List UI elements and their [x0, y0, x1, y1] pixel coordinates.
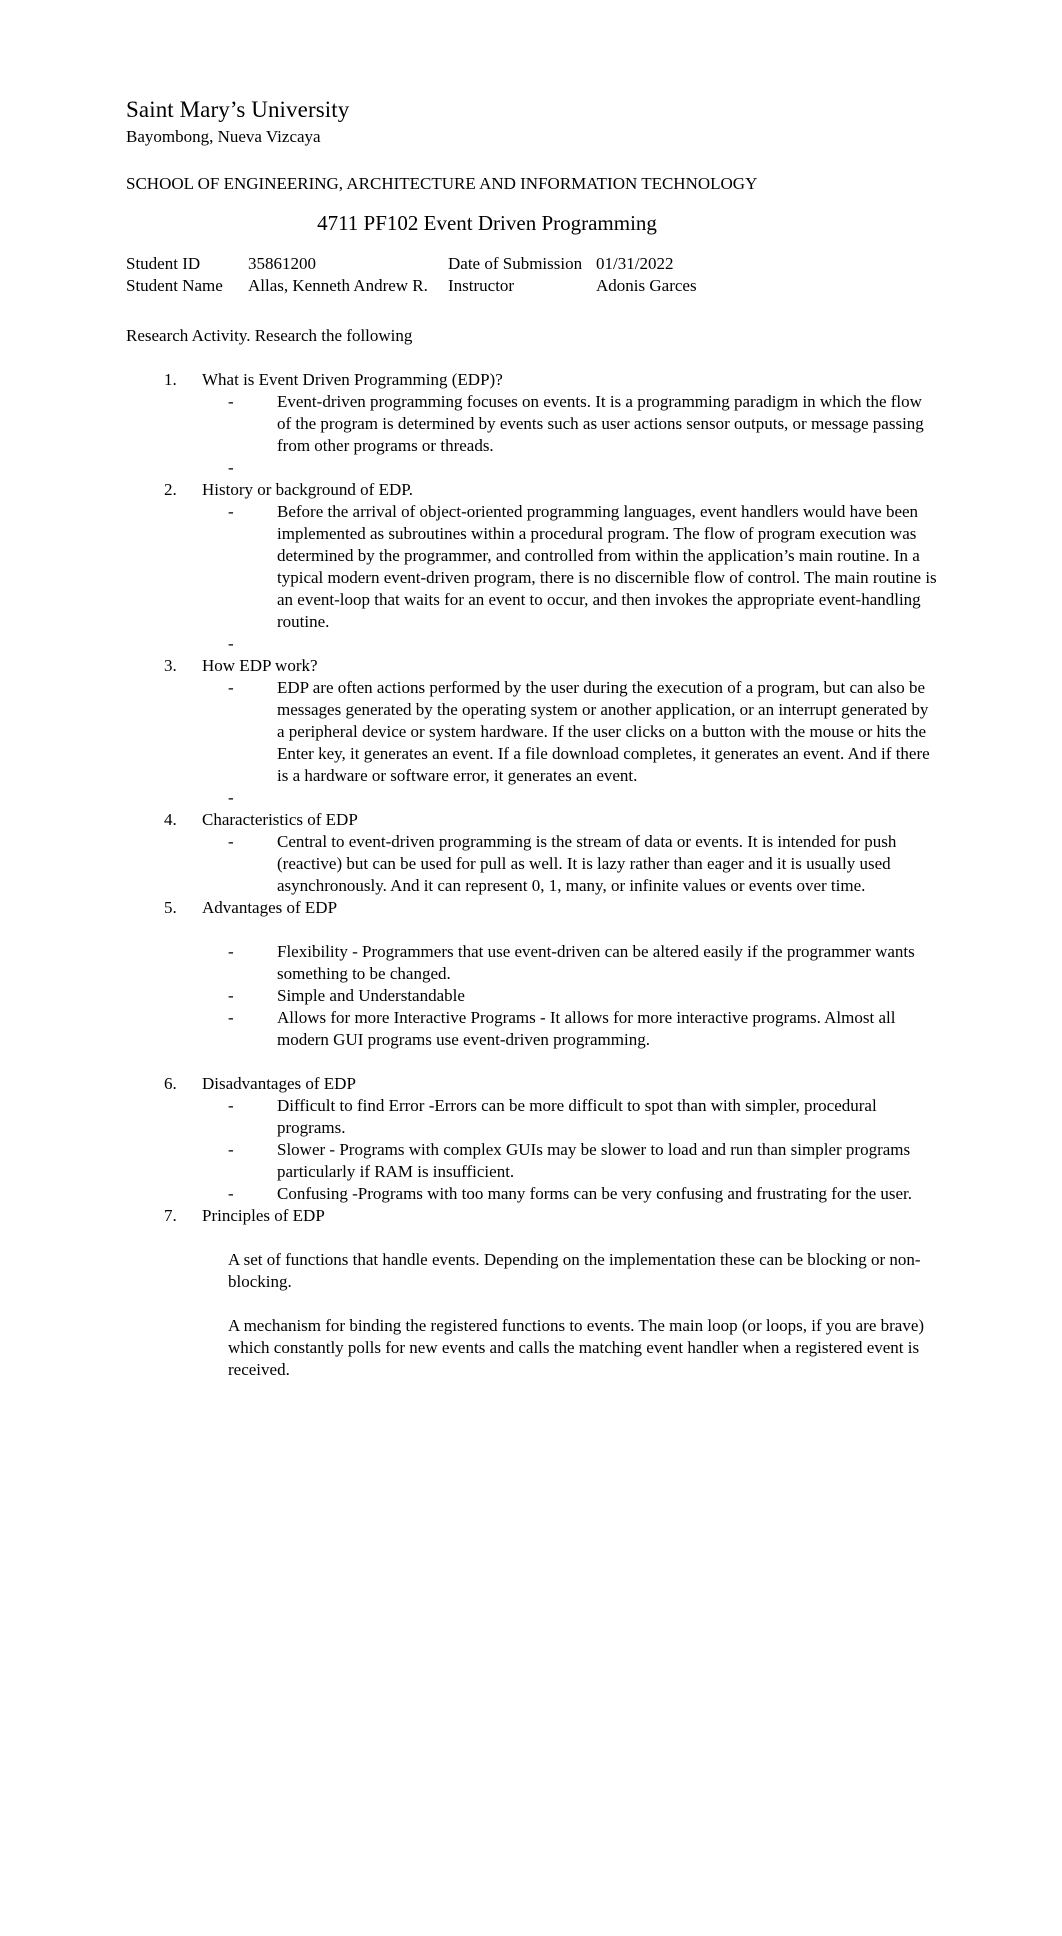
item-bullets: EDP are often actions performed by the u… [202, 677, 938, 809]
list-item [228, 633, 938, 655]
research-question-list: What is Event Driven Programming (EDP)? … [126, 369, 938, 1381]
student-info-table: Student ID 35861200 Date of Submission 0… [126, 253, 938, 297]
school-name: SCHOOL OF ENGINEERING, ARCHITECTURE AND … [126, 174, 758, 193]
research-activity-heading: Research Activity. Research the followin… [126, 326, 413, 345]
list-item [228, 787, 938, 809]
list-item: Before the arrival of object-oriented pr… [228, 501, 938, 633]
item-bullets: Before the arrival of object-oriented pr… [202, 501, 938, 655]
date-of-submission-value: 01/31/2022 [596, 254, 674, 273]
student-name-value: Allas, Kenneth Andrew R. [248, 276, 428, 295]
list-item: What is Event Driven Programming (EDP)? … [181, 369, 938, 479]
principles-paragraph: A set of functions that handle events. D… [228, 1250, 921, 1291]
list-item: Principles of EDP A set of functions tha… [181, 1205, 938, 1381]
instructor-label: Instructor [448, 276, 515, 295]
list-item: Event-driven programming focuses on even… [228, 391, 938, 457]
item-heading: How EDP work? [202, 656, 318, 675]
item-heading: Characteristics of EDP [202, 810, 358, 829]
list-item: Central to event-driven programming is t… [228, 831, 938, 897]
instructor-value: Adonis Garces [596, 276, 697, 295]
item-bullets: Central to event-driven programming is t… [202, 831, 938, 897]
item-heading: Principles of EDP [202, 1206, 325, 1225]
list-item: Disadvantages of EDP Difficult to find E… [181, 1073, 938, 1205]
item-bullets: Event-driven programming focuses on even… [202, 391, 938, 479]
date-of-submission-label: Date of Submission [448, 254, 583, 273]
table-row: Student Name Allas, Kenneth Andrew R. In… [126, 275, 938, 297]
item-heading: Disadvantages of EDP [202, 1074, 356, 1093]
document-page: Saint Mary’s University Bayombong, Nueva… [0, 0, 1062, 1936]
list-item: History or background of EDP. Before the… [181, 479, 938, 655]
student-id-value: 35861200 [248, 254, 316, 273]
item-heading: Advantages of EDP [202, 898, 338, 917]
table-row: Student ID 35861200 Date of Submission 0… [126, 253, 938, 275]
list-item: Characteristics of EDP Central to event-… [181, 809, 938, 897]
student-id-label: Student ID [126, 254, 201, 273]
student-name-label: Student Name [126, 276, 223, 295]
document-header: Saint Mary’s University Bayombong, Nueva… [126, 96, 938, 236]
university-name: Saint Mary’s University [126, 97, 350, 122]
list-item: Simple and Understandable [228, 985, 938, 1007]
item-bullets: Difficult to find Error -Errors can be m… [202, 1095, 938, 1205]
list-item: Advantages of EDP Flexibility - Programm… [181, 897, 938, 1073]
principles-paragraph: A mechanism for binding the registered f… [228, 1316, 925, 1379]
university-address: Bayombong, Nueva Vizcaya [126, 127, 321, 146]
list-item: Allows for more Interactive Programs - I… [228, 1007, 938, 1051]
list-item: Confusing -Programs with too many forms … [228, 1183, 938, 1205]
list-item: Slower - Programs with complex GUIs may … [228, 1139, 938, 1183]
list-item [228, 457, 938, 479]
list-item: How EDP work? EDP are often actions perf… [181, 655, 938, 809]
list-item: Difficult to find Error -Errors can be m… [228, 1095, 938, 1139]
item-heading: History or background of EDP. [202, 480, 414, 499]
list-item: Flexibility - Programmers that use event… [228, 941, 938, 985]
course-title: 4711 PF102 Event Driven Programming [317, 211, 657, 235]
item-bullets: Flexibility - Programmers that use event… [202, 941, 938, 1051]
document-body: Saint Mary’s University Bayombong, Nueva… [126, 96, 938, 1381]
item-heading: What is Event Driven Programming (EDP)? [202, 370, 503, 389]
list-item: EDP are often actions performed by the u… [228, 677, 938, 787]
